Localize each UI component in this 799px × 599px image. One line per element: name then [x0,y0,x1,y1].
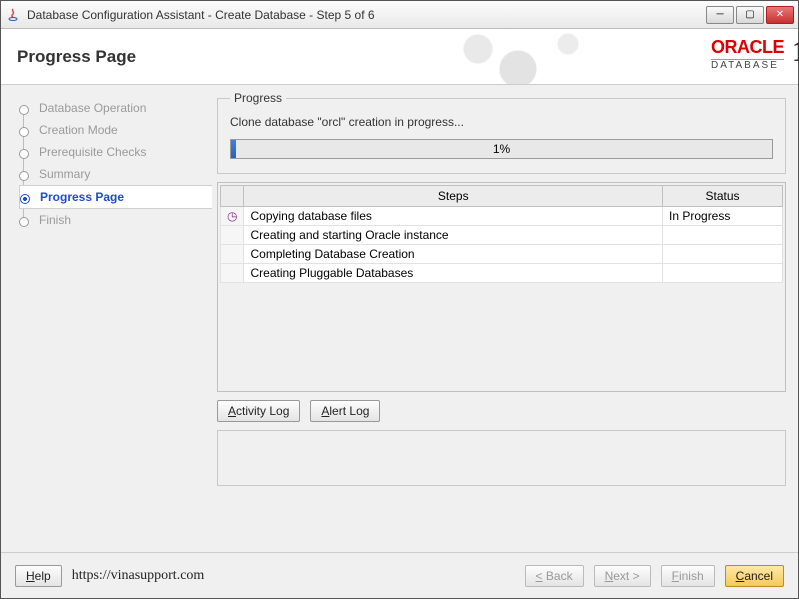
window-controls: ─ ▢ ✕ [706,6,794,24]
window-title: Database Configuration Assistant - Creat… [27,8,706,22]
watermark-text: https://vinasupport.com [72,568,205,584]
step-status-cell [663,226,783,245]
progress-percent: 1% [493,142,510,156]
oracle-logo: ORACLE DATABASE 12c [711,37,784,71]
back-button[interactable]: < Back [525,565,584,587]
next-button[interactable]: Next > [594,565,651,587]
help-button[interactable]: Help [15,565,62,587]
col-icon [221,186,244,207]
progress-group: Progress Clone database "orcl" creation … [217,91,786,174]
window-titlebar: Database Configuration Assistant - Creat… [1,1,798,29]
step-status-cell [663,264,783,283]
step-status-cell: In Progress [663,207,783,226]
log-buttons: Activity Log Alert Log [217,400,786,422]
wizard-sidebar: Database OperationCreation ModePrerequis… [1,85,211,552]
col-steps: Steps [244,186,663,207]
step-name-cell: Completing Database Creation [244,245,663,264]
finish-button[interactable]: Finish [661,565,715,587]
clock-icon: ◷ [221,207,244,226]
step-name-cell: Copying database files [244,207,663,226]
steps-table: Steps Status ◷Copying database filesIn P… [220,185,783,283]
brand-version: 12c [792,35,799,69]
page-header: Progress Page ORACLE DATABASE 12c [1,29,798,85]
sidebar-step-1[interactable]: Creation Mode [19,119,211,141]
content-area: Progress Clone database "orcl" creation … [211,85,798,552]
brand-name: ORACLE [711,37,784,58]
alert-log-button[interactable]: Alert Log [310,400,380,422]
table-row: ◷Copying database filesIn Progress [221,207,783,226]
activity-log-button[interactable]: Activity Log [217,400,300,422]
empty-icon [221,226,244,245]
step-name-cell: Creating and starting Oracle instance [244,226,663,245]
step-list: Database OperationCreation ModePrerequis… [19,97,211,231]
brand-sub: DATABASE [711,59,784,71]
step-name-cell: Creating Pluggable Databases [244,264,663,283]
wizard-footer: Help https://vinasupport.com < Back Next… [1,552,798,598]
progress-bar: 1% [230,139,773,159]
table-row: Completing Database Creation [221,245,783,264]
sidebar-step-3[interactable]: Summary [19,163,211,185]
empty-icon [221,245,244,264]
main-area: Database OperationCreation ModePrerequis… [1,85,798,552]
gears-decoration [438,29,618,84]
sidebar-step-0[interactable]: Database Operation [19,97,211,119]
step-status-cell [663,245,783,264]
table-row: Creating Pluggable Databases [221,264,783,283]
progress-fill [231,140,236,158]
sidebar-step-2[interactable]: Prerequisite Checks [19,141,211,163]
close-button[interactable]: ✕ [766,6,794,24]
table-row: Creating and starting Oracle instance [221,226,783,245]
cancel-button[interactable]: Cancel [725,565,784,587]
steps-table-container: Steps Status ◷Copying database filesIn P… [217,182,786,392]
page-title: Progress Page [17,47,136,67]
col-status: Status [663,186,783,207]
progress-legend: Progress [230,91,286,105]
java-icon [5,7,21,23]
minimize-button[interactable]: ─ [706,6,734,24]
sidebar-step-4[interactable]: Progress Page [19,185,212,209]
maximize-button[interactable]: ▢ [736,6,764,24]
progress-message: Clone database "orcl" creation in progre… [230,115,773,129]
sidebar-step-5[interactable]: Finish [19,209,211,231]
messages-box [217,430,786,486]
empty-icon [221,264,244,283]
